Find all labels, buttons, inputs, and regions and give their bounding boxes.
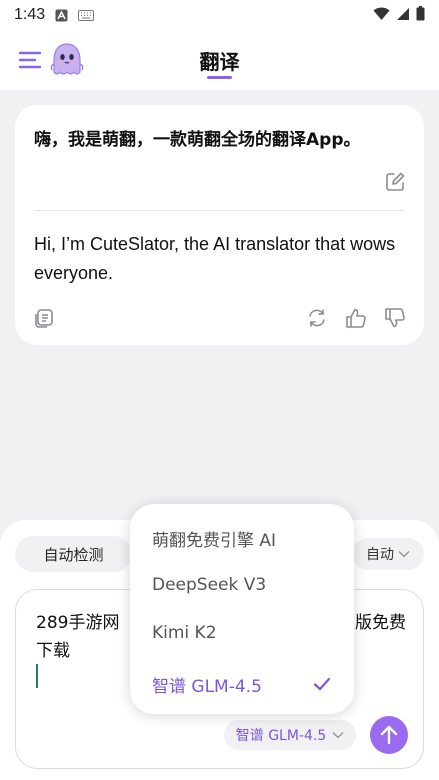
thumbs-up-icon: [346, 308, 366, 328]
check-icon: [312, 674, 332, 694]
signal-icon: [396, 7, 410, 25]
send-button[interactable]: [370, 716, 408, 754]
refresh-icon: [309, 309, 325, 327]
arrow-up-icon: [380, 725, 398, 745]
edit-button[interactable]: [384, 171, 406, 193]
dislike-button[interactable]: [384, 307, 406, 329]
copy-icon: [35, 309, 53, 328]
text-caret: [36, 664, 38, 688]
chevron-down-icon: [332, 731, 344, 739]
retranslate-button[interactable]: [306, 307, 328, 329]
like-button[interactable]: [345, 307, 367, 329]
model-selector-label: 智谱 GLM-4.5: [235, 728, 327, 744]
source-language-button[interactable]: 自动检测: [15, 536, 132, 572]
model-dropdown: 萌翻免费引擎 AI DeepSeek V3 Kimi K2 智谱 GLM-4.5: [130, 504, 354, 714]
copy-button[interactable]: [33, 307, 55, 329]
translation-card: 嗨，我是萌翻，一款萌翻全场的翻译App。 Hi, I’m CuteSlator,…: [15, 105, 424, 345]
chevron-down-icon: [398, 550, 410, 558]
status-bar: 1:43: [0, 0, 439, 30]
app-notification-icon: [55, 9, 68, 22]
page-title: 翻译: [199, 50, 240, 74]
app-header: 翻译: [0, 30, 439, 90]
input-text-line1: 289手游网: [36, 613, 120, 633]
model-selector-button[interactable]: 智谱 GLM-4.5: [224, 720, 356, 750]
battery-icon: [416, 6, 425, 25]
model-option[interactable]: 萌翻免费引擎 AI: [152, 522, 342, 554]
model-option[interactable]: Kimi K2: [152, 617, 342, 649]
target-language-button[interactable]: 自动: [352, 538, 424, 570]
source-text[interactable]: 嗨，我是萌翻，一款萌翻全场的翻译App。: [34, 128, 414, 152]
target-language-label: 自动: [366, 547, 394, 563]
thumbs-down-icon: [385, 308, 405, 328]
card-divider: [34, 210, 405, 211]
translated-text: Hi, I’m CuteSlator, the AI translator th…: [34, 234, 396, 283]
status-time: 1:43: [14, 6, 46, 23]
wifi-icon: [373, 6, 390, 25]
input-text-line1-end: 版免费: [355, 613, 406, 633]
model-option[interactable]: DeepSeek V3: [152, 569, 342, 601]
keyboard-icon: [78, 9, 95, 21]
edit-icon: [386, 172, 405, 191]
title-underline: [207, 76, 232, 79]
